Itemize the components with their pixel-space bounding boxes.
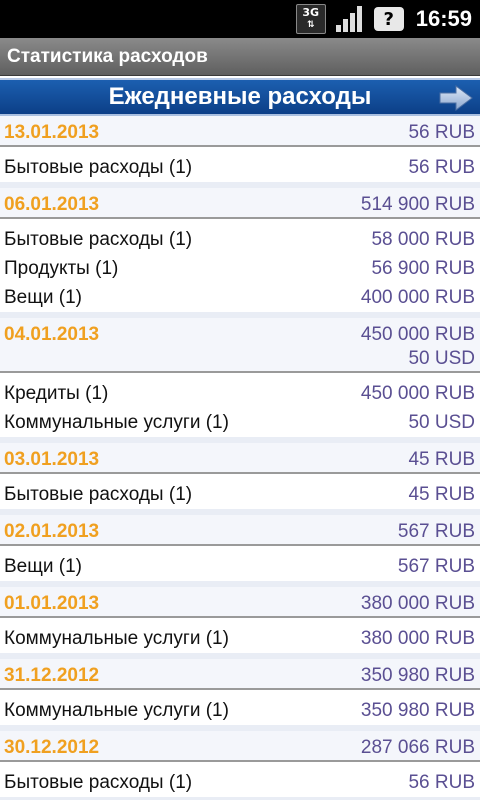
expense-amount: 56 900 RUB: [371, 257, 475, 279]
expense-item-row[interactable]: Коммунальные услуги (1) 380 000 RUB: [0, 624, 480, 653]
day-date: 03.01.2013: [4, 449, 100, 470]
day-total-amount: 514 900 RUB: [360, 194, 475, 215]
day-header-row[interactable]: 30.12.2012 287 066 RUB: [0, 731, 480, 762]
day-date: 13.01.2013: [4, 122, 100, 143]
expense-item-row[interactable]: Коммунальные услуги (1) 50 USD: [0, 408, 480, 437]
day-header-row[interactable]: 03.01.2013 45 RUB: [0, 443, 480, 474]
network-type-label: 3G: [302, 6, 320, 19]
expense-item-row[interactable]: Коммунальные услуги (1) 350 980 RUB: [0, 696, 480, 725]
day-group: 02.01.2013 567 RUB Вещи (1) 567 RUB: [0, 515, 480, 587]
day-date: 04.01.2013: [4, 324, 100, 345]
day-total-amount: 56 RUB: [408, 122, 475, 143]
day-totals: 45 RUB: [408, 448, 475, 472]
expense-amount: 45 RUB: [408, 483, 475, 505]
expense-amount: 567 RUB: [397, 555, 475, 577]
day-totals: 450 000 RUB 50 USD: [361, 323, 475, 371]
signal-strength-icon: [334, 4, 366, 34]
expense-category: Бытовые расходы (1): [4, 483, 193, 505]
day-date: 01.01.2013: [4, 593, 100, 614]
arrow-right-icon[interactable]: [438, 84, 474, 112]
expense-item-row[interactable]: Вещи (1) 400 000 RUB: [0, 283, 480, 312]
day-date: 31.12.2012: [4, 665, 100, 686]
day-totals: 380 000 RUB: [361, 592, 475, 616]
section-title: Ежедневные расходы: [108, 83, 372, 110]
expense-item-row[interactable]: Продукты (1) 56 900 RUB: [0, 254, 480, 283]
expense-item-row[interactable]: Бытовые расходы (1) 45 RUB: [0, 480, 480, 509]
section-header: Ежедневные расходы: [0, 78, 480, 116]
day-group: 04.01.2013 450 000 RUB 50 USD Кредиты (1) 45…: [0, 318, 480, 443]
expense-amount: 350 980 RUB: [360, 699, 475, 721]
expense-item-row[interactable]: Бытовые расходы (1) 56 RUB: [0, 153, 480, 182]
day-date: 02.01.2013: [4, 521, 100, 542]
day-total-amount: 380 000 RUB: [360, 593, 475, 614]
expense-item-row[interactable]: Вещи (1) 567 RUB: [0, 552, 480, 581]
day-group: 30.12.2012 287 066 RUB Бытовые расходы (1)…: [0, 731, 480, 800]
day-totals: 350 980 RUB: [361, 664, 475, 688]
day-header-row[interactable]: 04.01.2013 450 000 RUB 50 USD: [0, 318, 480, 373]
day-totals: 287 066 RUB: [361, 736, 475, 760]
day-group: 31.12.2012 350 980 RUB Коммунальные услуги…: [0, 659, 480, 731]
day-group: 06.01.2013 514 900 RUB Бытовые расходы (1)…: [0, 188, 480, 318]
expenses-list[interactable]: 13.01.2013 56 RUB Бытовые расходы (1) 56 RU…: [0, 116, 480, 800]
clock: 16:59: [415, 6, 472, 31]
expense-amount: 58 000 RUB: [371, 228, 475, 250]
expense-category: Продукты (1): [4, 257, 119, 279]
day-header-row[interactable]: 02.01.2013 567 RUB: [0, 515, 480, 546]
expense-item-row[interactable]: Бытовые расходы (1) 56 RUB: [0, 768, 480, 797]
app-title-bar: Статистика расходов: [0, 38, 480, 76]
expense-amount: 56 RUB: [408, 156, 475, 178]
expense-category: Вещи (1): [4, 286, 82, 308]
day-total-amount: 50 USD: [408, 348, 475, 369]
day-header-row[interactable]: 13.01.2013 56 RUB: [0, 116, 480, 147]
expense-category: Бытовые расходы (1): [4, 156, 193, 178]
day-total-amount: 567 RUB: [397, 521, 475, 542]
day-header-row[interactable]: 31.12.2012 350 980 RUB: [0, 659, 480, 690]
expense-category: Коммунальные услуги (1): [4, 699, 229, 721]
expense-category: Бытовые расходы (1): [4, 228, 193, 250]
expense-category: Коммунальные услуги (1): [4, 627, 229, 649]
day-group: 01.01.2013 380 000 RUB Коммунальные услуги…: [0, 587, 480, 659]
expense-category: Вещи (1): [4, 555, 82, 577]
day-date: 06.01.2013: [4, 194, 100, 215]
day-total-amount: 287 066 RUB: [360, 737, 475, 758]
3g-data-icon: 3G ⇅: [295, 4, 326, 34]
day-totals: 56 RUB: [408, 121, 475, 145]
day-totals: 514 900 RUB: [361, 193, 475, 217]
expense-amount: 400 000 RUB: [360, 286, 475, 308]
expense-category: Кредиты (1): [4, 382, 109, 404]
day-totals: 567 RUB: [398, 520, 475, 544]
day-header-row[interactable]: 06.01.2013 514 900 RUB: [0, 188, 480, 219]
day-group: 13.01.2013 56 RUB Бытовые расходы (1) 56 RU…: [0, 116, 480, 188]
expense-category: Коммунальные услуги (1): [4, 411, 229, 433]
expense-item-row[interactable]: Кредиты (1) 450 000 RUB: [0, 379, 480, 408]
expense-amount: 450 000 RUB: [360, 382, 475, 404]
day-header-row[interactable]: 01.01.2013 380 000 RUB: [0, 587, 480, 618]
day-date: 30.12.2012: [4, 737, 100, 758]
day-group: 03.01.2013 45 RUB Бытовые расходы (1) 45 RU…: [0, 443, 480, 515]
expense-item-row[interactable]: Бытовые расходы (1) 58 000 RUB: [0, 225, 480, 254]
expense-category: Бытовые расходы (1): [4, 771, 193, 793]
expense-amount: 380 000 RUB: [360, 627, 475, 649]
app-title: Статистика расходов: [7, 45, 208, 67]
battery-unknown-icon: ?: [373, 7, 404, 31]
day-total-amount: 450 000 RUB: [360, 324, 475, 345]
day-total-amount: 45 RUB: [408, 449, 475, 470]
expense-amount: 50 USD: [408, 411, 475, 433]
expense-amount: 56 RUB: [408, 771, 475, 793]
status-bar: 3G ⇅ ? 16:59: [0, 0, 480, 38]
day-total-amount: 350 980 RUB: [360, 665, 475, 686]
